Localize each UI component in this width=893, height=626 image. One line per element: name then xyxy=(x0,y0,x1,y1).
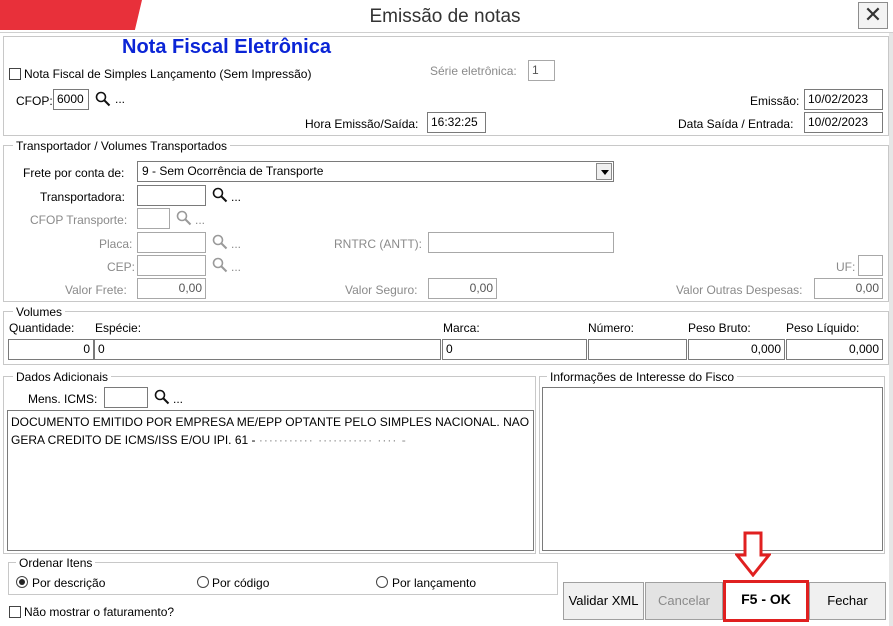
uf-input[interactable] xyxy=(858,255,883,276)
rntrc-label: RNTRC (ANTT): xyxy=(334,237,422,251)
mens-icms-ellipsis[interactable]: ... xyxy=(173,392,183,406)
frete-label: Frete por conta de: xyxy=(23,166,125,180)
title-accent xyxy=(0,0,142,30)
validar-xml-button[interactable]: Validar XML xyxy=(563,582,644,620)
uf-label: UF: xyxy=(836,260,856,274)
numero-label: Número: xyxy=(588,321,635,335)
frete-select[interactable]: 9 - Sem Ocorrência de Transporte xyxy=(137,161,614,182)
peso-bruto-label: Peso Bruto: xyxy=(688,321,751,335)
emissao-label: Emissão: xyxy=(750,94,800,108)
window-title: Emissão de notas xyxy=(369,6,521,27)
simples-checkbox-label: Nota Fiscal de Simples Lançamento (Sem I… xyxy=(24,67,312,81)
search-icon xyxy=(212,234,228,250)
radio-por-lancamento-label: Por lançamento xyxy=(392,576,477,590)
radio-por-lancamento[interactable] xyxy=(376,576,388,588)
valor-seguro-input[interactable]: 0,00 xyxy=(428,278,497,299)
cfop-transporte-input[interactable] xyxy=(137,208,170,229)
marca-input[interactable]: 0 xyxy=(442,339,587,360)
placa-ellipsis: ... xyxy=(231,237,242,251)
especie-label: Espécie: xyxy=(95,321,142,335)
valor-frete-label: Valor Frete: xyxy=(65,283,127,297)
peso-liquido-label: Peso Líquido: xyxy=(786,321,860,335)
search-icon[interactable] xyxy=(212,187,228,203)
cfop-input[interactable]: 6000 xyxy=(53,89,89,110)
mens-icms-input[interactable] xyxy=(104,387,148,408)
fisco-textarea[interactable] xyxy=(542,387,883,551)
peso-liquido-input[interactable]: 0,000 xyxy=(786,339,883,360)
emissao-input[interactable]: 10/02/2023 xyxy=(804,89,883,110)
transportadora-label: Transportadora: xyxy=(40,190,125,204)
quantidade-input[interactable]: 0 xyxy=(8,339,94,360)
nao-mostrar-checkbox[interactable] xyxy=(9,606,21,618)
valor-outras-input[interactable]: 0,00 xyxy=(814,278,883,299)
numero-input[interactable] xyxy=(588,339,687,360)
cfop-label: CFOP: xyxy=(16,94,53,108)
valor-outras-label: Valor Outras Despesas: xyxy=(676,283,803,297)
serie-input[interactable]: 1 xyxy=(528,60,555,81)
data-saida-input[interactable]: 10/02/2023 xyxy=(804,112,883,133)
nfe-title: Nota Fiscal Eletrônica xyxy=(122,36,331,58)
search-icon[interactable] xyxy=(95,91,111,107)
peso-bruto-input[interactable]: 0,000 xyxy=(688,339,785,360)
serie-label: Série eletrônica: xyxy=(430,64,517,78)
cfop-transporte-label: CFOP Transporte: xyxy=(30,213,128,227)
mens-icms-label: Mens. ICMS: xyxy=(28,392,98,406)
emissao-window: Emissão de notas ✕ Nota Fiscal Eletrônic… xyxy=(0,0,893,626)
title-bar: Emissão de notas ✕ xyxy=(0,0,893,33)
nao-mostrar-label: Não mostrar o faturamento? xyxy=(24,605,175,619)
search-icon[interactable] xyxy=(154,389,170,405)
right-edge xyxy=(889,33,893,626)
valor-frete-input[interactable]: 0,00 xyxy=(137,278,206,299)
transportadora-input[interactable] xyxy=(137,185,206,206)
placa-input[interactable] xyxy=(137,232,206,253)
radio-por-descricao-label: Por descrição xyxy=(32,576,106,590)
marca-label: Marca: xyxy=(443,321,480,335)
rntrc-input[interactable] xyxy=(428,232,614,253)
ok-button[interactable]: F5 - OK xyxy=(723,580,809,622)
radio-por-descricao[interactable] xyxy=(16,576,28,588)
transportadora-ellipsis[interactable]: ... xyxy=(231,190,241,204)
dados-adicionais-legend: Dados Adicionais xyxy=(13,370,112,384)
data-saida-label: Data Saída / Entrada: xyxy=(678,117,794,131)
fechar-button[interactable]: Fechar xyxy=(809,582,886,620)
cep-input[interactable] xyxy=(137,255,206,276)
highlight-arrow-icon xyxy=(735,531,771,577)
frete-select-value: 9 - Sem Ocorrência de Transporte xyxy=(142,164,324,178)
search-icon xyxy=(176,210,192,226)
cep-label: CEP: xyxy=(107,260,136,274)
radio-por-codigo-label: Por código xyxy=(212,576,270,590)
radio-por-codigo[interactable] xyxy=(197,576,209,588)
close-button[interactable]: ✕ xyxy=(858,2,888,29)
quantidade-label: Quantidade: xyxy=(9,321,75,335)
search-icon xyxy=(212,257,228,273)
fisco-legend: Informações de Interesse do Fisco xyxy=(547,370,738,384)
chevron-down-icon[interactable] xyxy=(596,163,612,180)
dados-adicionais-textarea[interactable]: DOCUMENTO EMITIDO POR EMPRESA ME/EPP OPT… xyxy=(7,410,534,551)
volumes-legend: Volumes xyxy=(13,305,66,319)
cep-ellipsis: ... xyxy=(231,260,242,274)
cfop-ellipsis[interactable]: ... xyxy=(115,92,125,106)
ordenar-legend: Ordenar Itens xyxy=(16,556,96,570)
especie-input[interactable]: 0 xyxy=(94,339,441,360)
redacted-text: ··········· ··········· ···· - xyxy=(258,433,407,447)
valor-seguro-label: Valor Seguro: xyxy=(345,283,418,297)
cfop-transporte-ellipsis: ... xyxy=(195,213,206,227)
hora-label: Hora Emissão/Saída: xyxy=(305,117,419,131)
simples-checkbox[interactable] xyxy=(9,68,21,80)
hora-input[interactable]: 16:32:25 xyxy=(427,112,486,133)
transport-legend: Transportador / Volumes Transportados xyxy=(13,139,230,153)
placa-label: Placa: xyxy=(99,237,133,251)
cancelar-button[interactable]: Cancelar xyxy=(645,582,723,620)
